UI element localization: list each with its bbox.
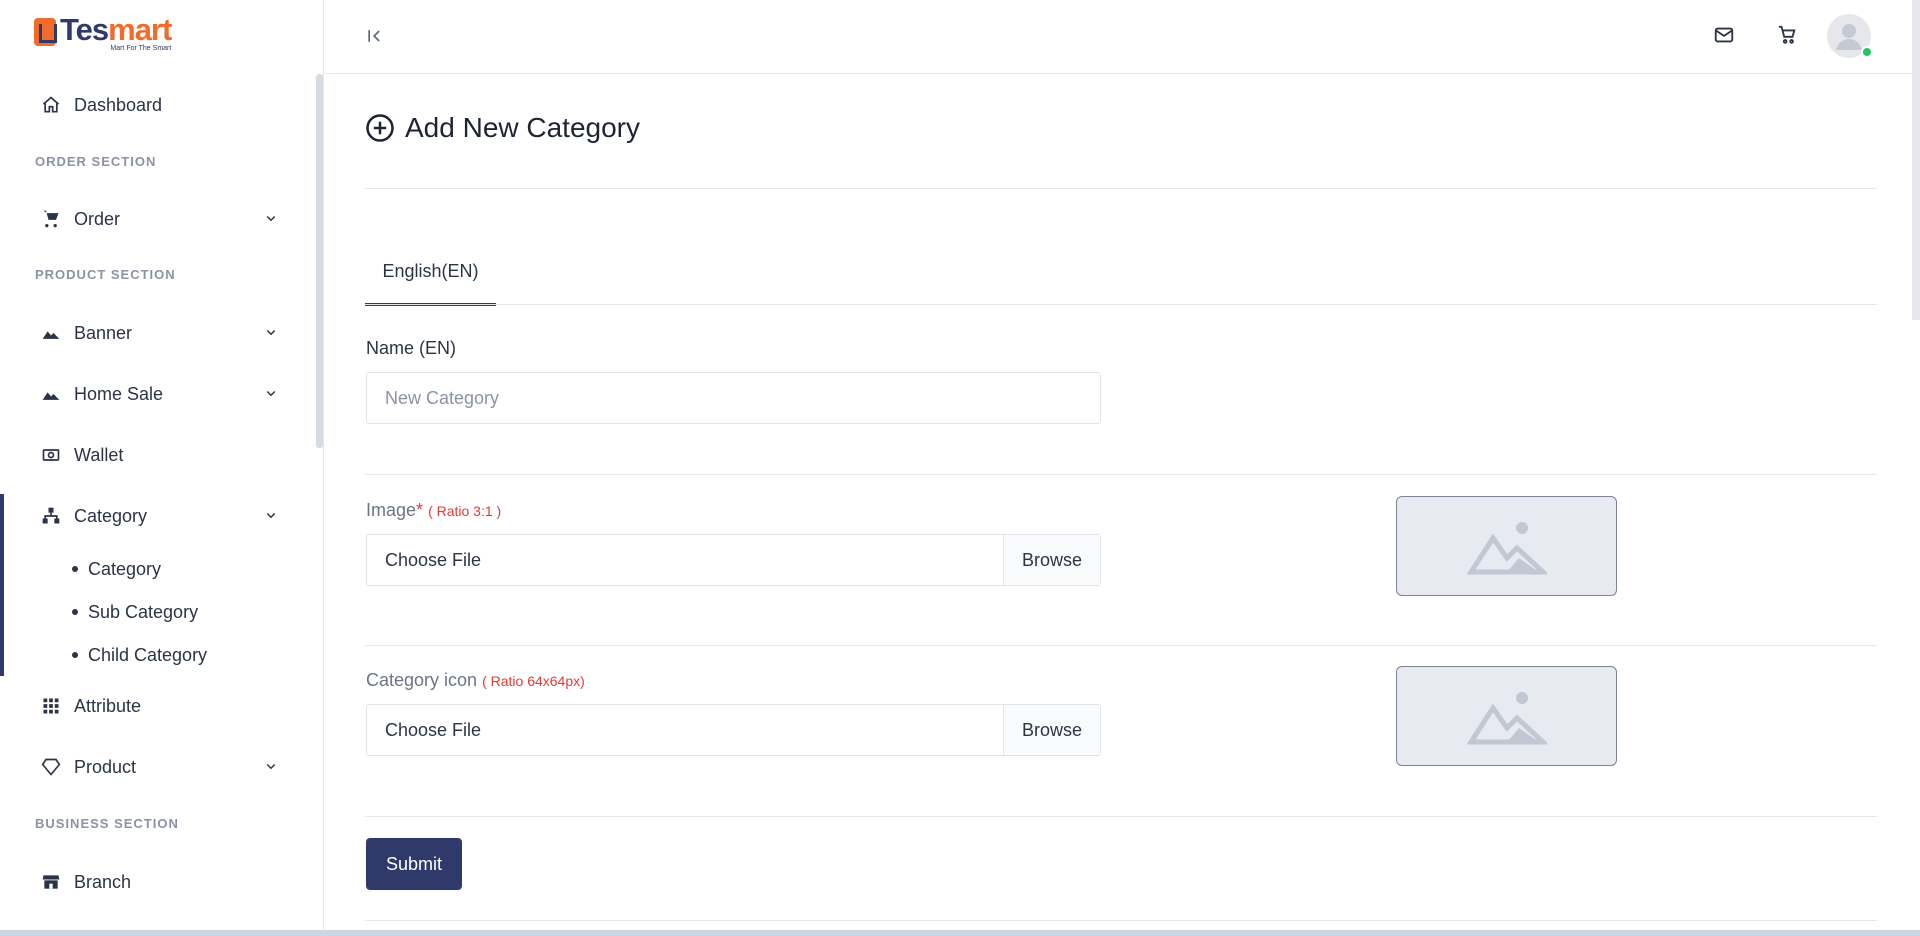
page-title: Add New Category (365, 112, 640, 144)
brand-tagline: Mart For The Smart (110, 45, 172, 52)
sidebar-item-label: Product (74, 756, 137, 777)
image-placeholder-icon (1466, 692, 1547, 745)
grid-icon (40, 695, 62, 717)
sidebar-item-label: Home Sale (74, 383, 164, 404)
hierarchy-icon (40, 505, 62, 527)
brand-name-part2: mart (108, 12, 172, 47)
submit-button[interactable]: Submit (366, 838, 462, 890)
sidebar-item-label: Order (74, 208, 121, 229)
sidebar-subitem-label: Child Category (88, 644, 208, 665)
category-name-input[interactable] (366, 372, 1101, 424)
sidebar-item-label: Banner (74, 322, 133, 343)
sidebar-scrollbar[interactable] (316, 74, 323, 448)
sidebar-item-label: Attribute (74, 695, 142, 716)
chevron-down-icon[interactable] (262, 323, 280, 341)
brand-logo[interactable]: Tesmart Mart For The Smart (34, 12, 172, 58)
online-status-indicator (1861, 46, 1873, 58)
browse-button[interactable]: Browse (1003, 705, 1100, 755)
bullet-icon (72, 566, 78, 572)
image-file-input[interactable]: Choose File Browse (366, 534, 1101, 586)
sidebar-subitem-label: Category (88, 558, 162, 579)
mail-icon[interactable] (1711, 22, 1737, 48)
image-field-label: Image* ( Ratio 3:1 ) (366, 500, 501, 521)
icon-ratio-hint: ( Ratio 64x64px) (482, 673, 585, 689)
sidebar-item-home-sale[interactable]: Home Sale (0, 372, 316, 416)
section-label-business: BUSINESS SECTION (35, 816, 179, 831)
image-icon (40, 322, 62, 344)
bullet-icon (72, 609, 78, 615)
divider (365, 920, 1877, 921)
sidebar-subitem-child-category[interactable]: Child Category (72, 640, 207, 670)
cash-icon (40, 444, 62, 466)
sidebar-subitem-category[interactable]: Category (72, 554, 161, 584)
image-placeholder-icon (1466, 522, 1547, 575)
sidebar: Tesmart Mart For The Smart Dashboard ORD… (0, 0, 324, 930)
sidebar-subitem-label: Sub Category (88, 601, 199, 622)
brand-name-part1: Tes (60, 12, 109, 47)
chevron-down-icon[interactable] (262, 506, 280, 524)
chevron-down-icon[interactable] (262, 757, 280, 775)
brand-name: Tesmart (60, 12, 172, 47)
logo-mark-icon (34, 18, 57, 46)
section-label-order: ORDER SECTION (35, 154, 157, 169)
topbar (325, 0, 1920, 74)
tab-english[interactable]: English(EN) (365, 246, 496, 296)
sidebar-item-dashboard[interactable]: Dashboard (0, 83, 316, 127)
sidebar-item-banner[interactable]: Banner (0, 311, 316, 355)
required-mark: * (416, 500, 424, 520)
divider (365, 474, 1877, 475)
divider (365, 816, 1877, 817)
browse-button[interactable]: Browse (1003, 535, 1100, 585)
sidebar-item-category[interactable]: Category (0, 494, 316, 538)
sidebar-item-label: Branch (74, 871, 132, 892)
sidebar-item-label: Wallet (74, 444, 124, 465)
divider (365, 304, 1877, 305)
choose-file-label[interactable]: Choose File (367, 705, 1003, 755)
logo-text: Tesmart Mart For The Smart (60, 12, 172, 53)
sidebar-item-order[interactable]: Order (0, 197, 316, 241)
collapse-icon[interactable] (365, 26, 385, 46)
image-ratio-hint: ( Ratio 3:1 ) (428, 503, 502, 519)
store-icon (40, 871, 62, 893)
page-title-text: Add New Category (405, 112, 641, 143)
tab-label: English(EN) (382, 260, 479, 281)
sidebar-subitem-sub-category[interactable]: Sub Category (72, 597, 198, 627)
sidebar-item-wallet[interactable]: Wallet (0, 433, 316, 477)
sidebar-item-attribute[interactable]: Attribute (0, 684, 316, 728)
bullet-icon (72, 652, 78, 658)
window-bottom-edge (0, 930, 1920, 936)
image-preview (1396, 496, 1617, 596)
diamond-icon (40, 756, 62, 778)
page-scrollbar[interactable] (1912, 0, 1920, 320)
cart-icon[interactable] (1774, 22, 1800, 48)
icon-label-text: Category icon (366, 670, 478, 690)
chevron-down-icon[interactable] (262, 209, 280, 227)
icon-preview (1396, 666, 1617, 766)
sidebar-item-label: Category (74, 505, 148, 526)
icon-field-label: Category icon ( Ratio 64x64px) (366, 670, 585, 691)
divider (365, 645, 1877, 646)
app-root: Tesmart Mart For The Smart Dashboard ORD… (0, 0, 1920, 936)
cart-icon (40, 208, 62, 230)
add-circle-icon (366, 114, 394, 142)
name-field-label: Name (EN) (366, 338, 457, 358)
image-icon (40, 383, 62, 405)
choose-file-label[interactable]: Choose File (367, 535, 1003, 585)
divider (365, 188, 1877, 189)
sidebar-item-product[interactable]: Product (0, 745, 316, 789)
section-label-product: PRODUCT SECTION (35, 267, 176, 282)
home-icon (40, 94, 62, 116)
image-label-text: Image (366, 500, 417, 520)
sidebar-item-label: Dashboard (74, 94, 163, 115)
chevron-down-icon[interactable] (262, 384, 280, 402)
icon-file-input[interactable]: Choose File Browse (366, 704, 1101, 756)
sidebar-item-branch[interactable]: Branch (0, 860, 316, 904)
